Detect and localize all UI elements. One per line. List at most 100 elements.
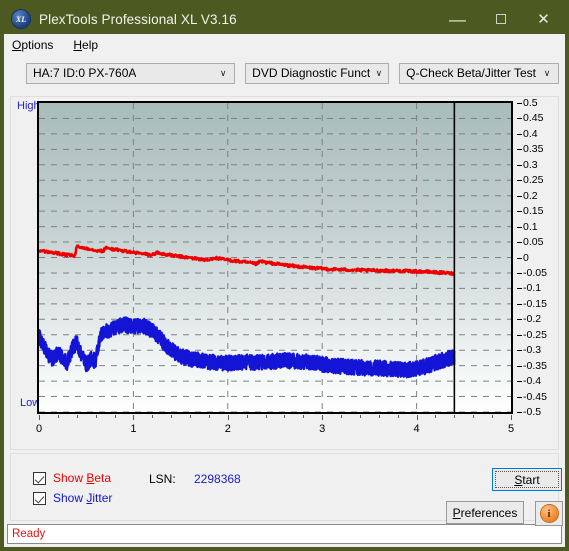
y-tick-label: -0.3 — [523, 344, 542, 357]
x-tick-label: 5 — [507, 423, 515, 435]
y-tick-label: -0.45 — [523, 390, 547, 403]
controls-panel: Show Beta Show Jitter LSN: 2298368 Start… — [10, 453, 563, 526]
minimize-icon[interactable]: — — [436, 4, 479, 40]
y-tick-label: 0.2 — [523, 189, 538, 202]
menu-item-help[interactable]: Help — [73, 38, 98, 52]
x-tick-mark — [76, 415, 78, 418]
preferences-button-label: Preferences — [452, 505, 518, 520]
y-tick-mark — [517, 365, 522, 367]
y-tick-mark — [517, 164, 522, 166]
checkbox-check-icon — [33, 491, 46, 505]
start-button-label: Start — [514, 472, 540, 487]
drive-select[interactable]: HA:7 ID:0 PX-760A ∨ — [26, 62, 236, 84]
y-tick-label: -0.35 — [523, 359, 547, 372]
x-tick-mark — [265, 415, 267, 418]
show-beta-checkbox[interactable]: Show Beta — [33, 471, 112, 485]
y-axis-labels: 0.5 0.45 0.4 0.35 0.3 0.25 0.2 0.15 0.1 0.05 0 -0.0… — [517, 97, 563, 418]
x-tick-mark — [227, 415, 229, 420]
y-tick-mark — [517, 195, 522, 197]
chevron-down-icon: ∨ — [543, 67, 551, 78]
y-tick-mark — [517, 350, 522, 352]
y-tick-mark — [517, 319, 522, 321]
status-bar: Ready — [7, 524, 562, 544]
x-tick-mark — [303, 415, 305, 418]
chevron-down-icon: ∨ — [219, 67, 227, 78]
y-tick-mark — [517, 381, 522, 383]
status-text: Ready — [12, 528, 46, 540]
show-jitter-label: Show Jitter — [53, 491, 113, 505]
plot-area[interactable] — [37, 101, 513, 414]
app-logo-icon: XL — [12, 10, 30, 28]
show-jitter-checkbox[interactable]: Show Jitter — [33, 491, 112, 505]
preferences-button[interactable]: Preferences — [446, 501, 524, 524]
function-select-label: DVD Diagnostic Functions — [252, 66, 370, 80]
test-select-label: Q-Check Beta/Jitter Test — [406, 66, 536, 80]
chart-panel: High Low 0.5 0.45 0.4 0.35 0.3 0.25 0.2 0.15 0.1… — [10, 96, 559, 450]
x-tick-label: 1 — [130, 423, 137, 435]
x-tick-mark — [416, 415, 418, 420]
x-tick-mark — [133, 415, 135, 420]
x-tick-mark — [359, 415, 361, 418]
y-tick-mark — [517, 303, 522, 305]
y-tick-label: 0.15 — [523, 205, 544, 218]
y-tick-mark — [517, 149, 522, 151]
y-tick-label: 0.3 — [523, 158, 538, 171]
y-tick-label: 0.35 — [523, 143, 544, 156]
y-tick-mark — [517, 180, 522, 182]
chart-svg — [39, 103, 511, 412]
x-tick-label: 2 — [224, 423, 231, 435]
show-beta-label: Show Beta — [53, 471, 112, 485]
menu-item-options-label: ptions — [21, 38, 54, 52]
y-tick-mark — [517, 103, 522, 104]
x-tick-mark — [208, 415, 210, 418]
chevron-down-icon: ∨ — [375, 67, 383, 78]
start-button[interactable]: Start — [492, 468, 562, 491]
x-tick-label: 0 — [35, 423, 43, 435]
info-icon: i — [540, 505, 558, 522]
toolbar-selects: HA:7 ID:0 PX-760A ∨ DVD Diagnostic Funct… — [4, 56, 565, 92]
x-tick-mark — [171, 415, 173, 418]
x-tick-mark — [246, 415, 248, 418]
y-tick-label: 0.4 — [523, 127, 538, 140]
window-title: PlexTools Professional XL V3.16 — [39, 11, 237, 27]
maximize-icon[interactable] — [479, 4, 522, 34]
close-icon[interactable]: ✕ — [522, 4, 565, 34]
checkbox-check-icon — [33, 471, 46, 485]
x-tick-label: 3 — [319, 423, 326, 435]
y-tick-mark — [517, 226, 522, 228]
x-tick-mark — [341, 415, 343, 418]
x-tick-mark — [511, 415, 512, 420]
y-tick-mark — [517, 334, 522, 336]
x-tick-mark — [492, 415, 494, 418]
y-tick-label: -0.1 — [523, 282, 542, 295]
function-select[interactable]: DVD Diagnostic Functions ∨ — [245, 62, 390, 84]
x-axis-labels: 0 1 2 3 4 5 — [11, 415, 531, 437]
x-tick-mark — [57, 415, 59, 418]
y-tick-label: 0.25 — [523, 174, 544, 187]
x-tick-mark — [95, 415, 97, 418]
legend-checkboxes: Show Beta Show Jitter — [33, 471, 112, 511]
x-tick-mark — [152, 415, 154, 418]
window-controls: — ✕ — [436, 4, 565, 34]
title-bar: XL PlexTools Professional XL V3.16 — ✕ — [4, 4, 565, 34]
lsn-label: LSN: — [149, 472, 176, 486]
x-tick-label: 4 — [413, 423, 420, 435]
y-tick-label: -0.05 — [523, 266, 547, 279]
x-tick-mark — [397, 415, 399, 418]
x-tick-mark — [114, 415, 116, 418]
lsn-value: 2298368 — [194, 472, 241, 486]
menu-item-options[interactable]: Options — [12, 38, 53, 52]
y-tick-mark — [517, 288, 522, 290]
x-tick-mark — [322, 415, 324, 420]
y-tick-mark — [517, 396, 522, 398]
x-tick-mark — [284, 415, 286, 418]
x-tick-mark — [454, 415, 456, 418]
y-tick-mark — [517, 412, 522, 413]
x-tick-mark — [39, 415, 40, 420]
x-tick-mark — [473, 415, 475, 418]
drive-select-label: HA:7 ID:0 PX-760A — [33, 66, 137, 80]
test-select[interactable]: Q-Check Beta/Jitter Test ∨ — [399, 62, 559, 84]
y-tick-label: 0 — [523, 251, 529, 264]
y-tick-label: -0.4 — [523, 375, 542, 388]
info-button[interactable]: i — [535, 501, 563, 526]
